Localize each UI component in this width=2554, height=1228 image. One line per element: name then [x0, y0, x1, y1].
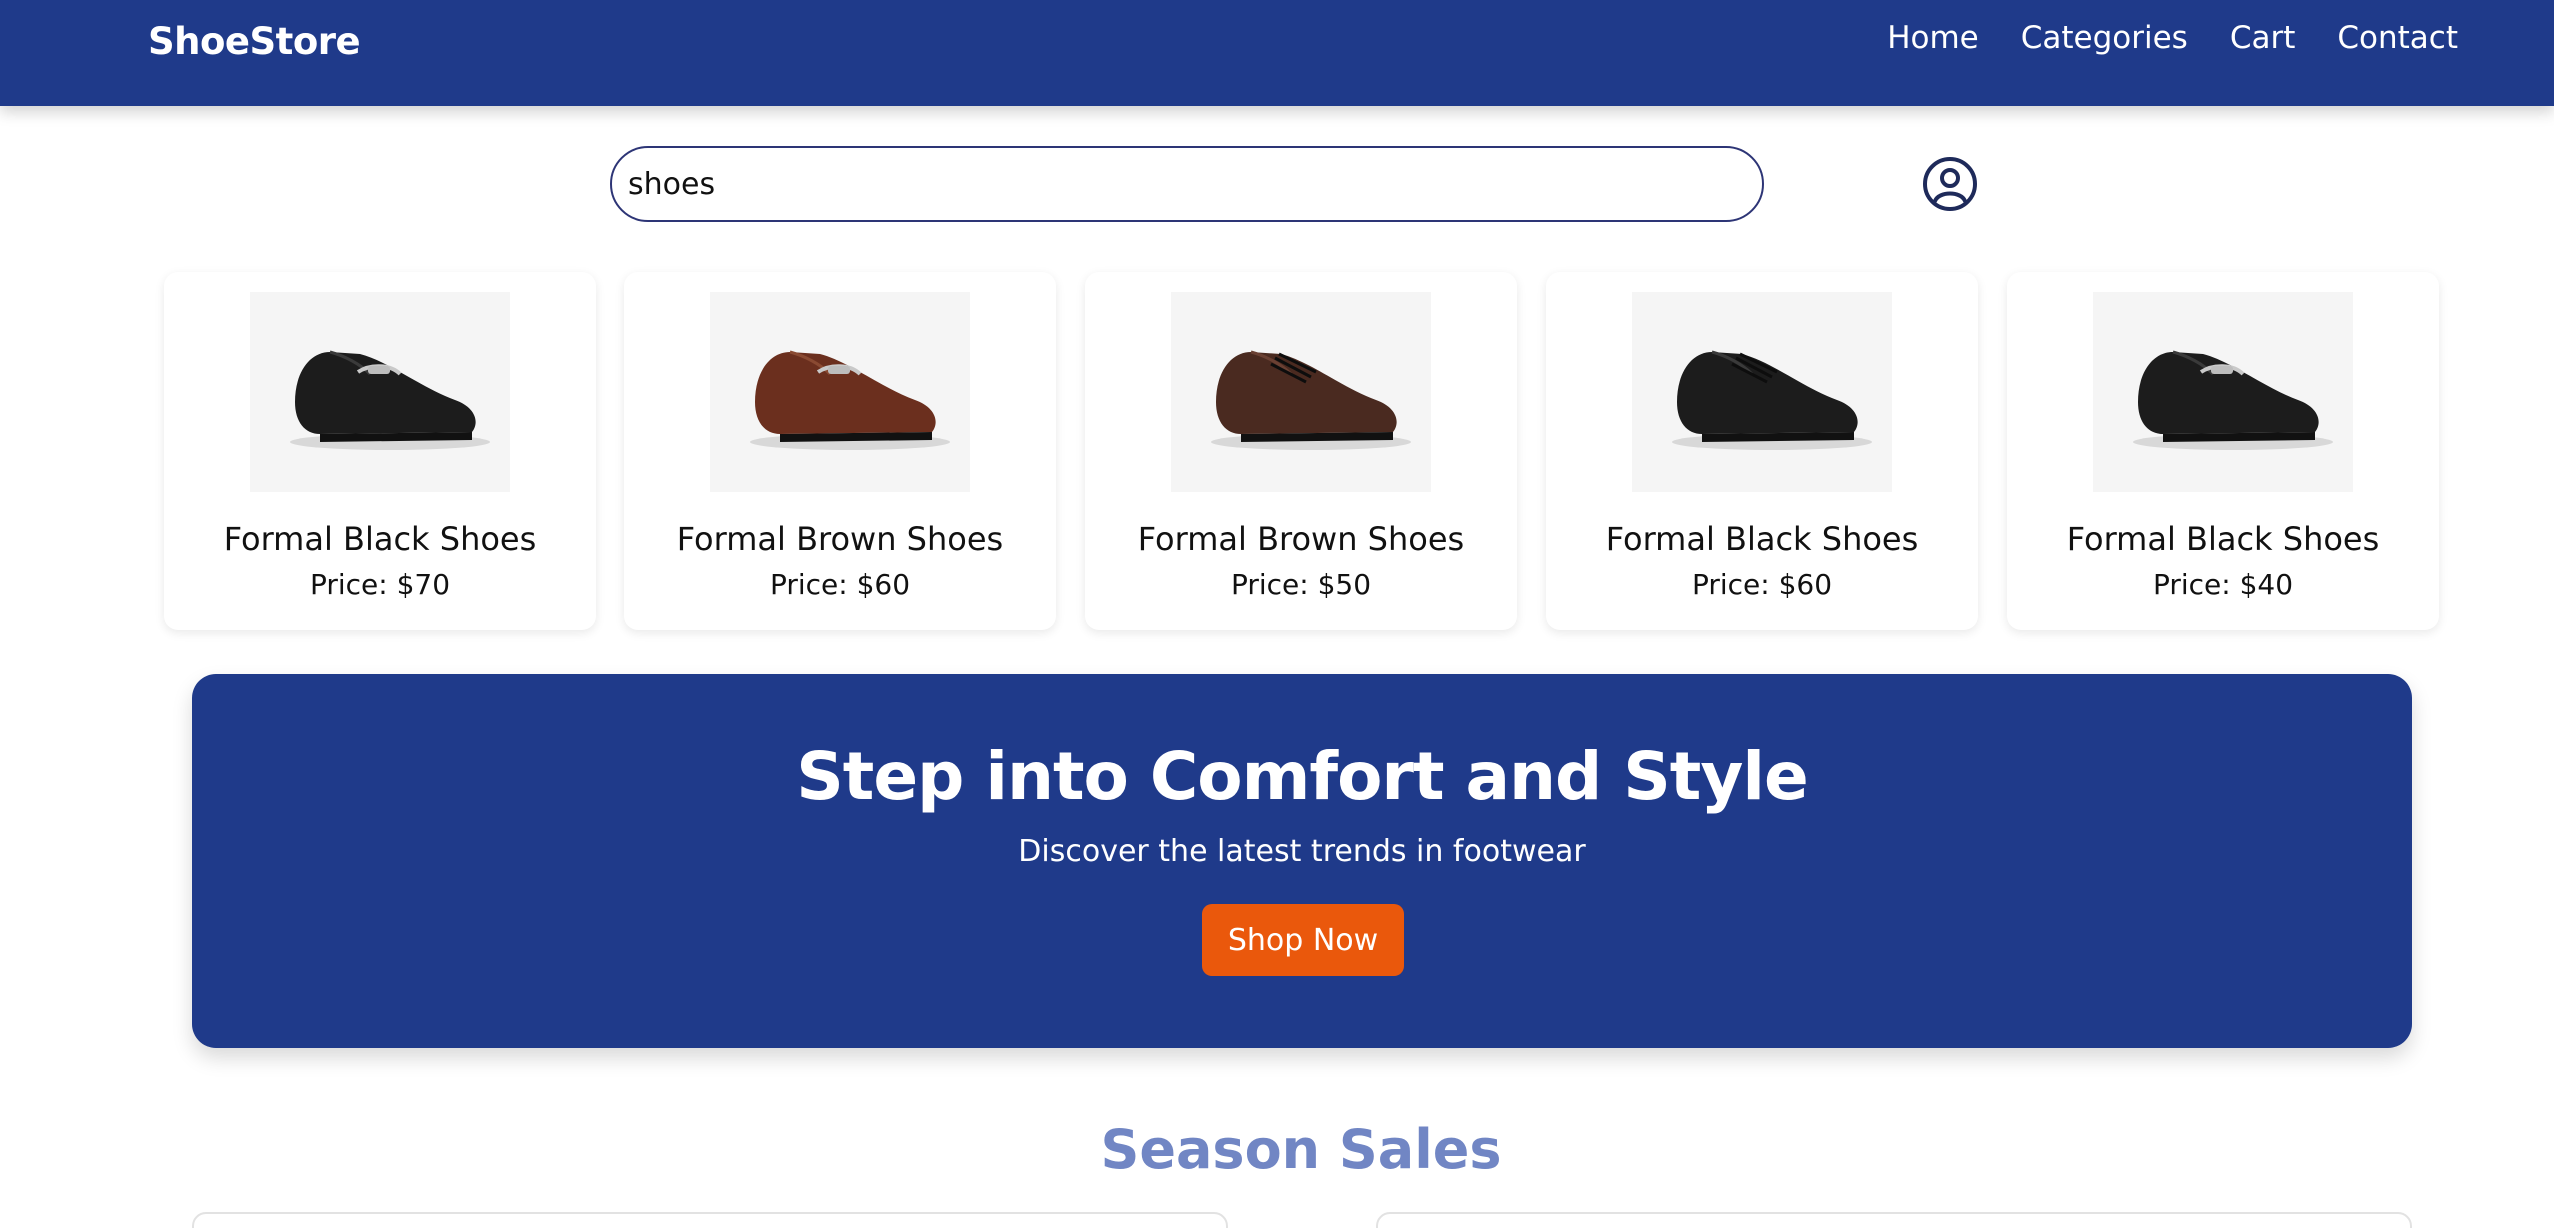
- shoe-illustration: [750, 350, 950, 450]
- nav-link-contact[interactable]: Contact: [2337, 20, 2458, 56]
- product-price: Price: $60: [769, 568, 911, 601]
- product-name: Formal Black Shoes: [223, 520, 537, 558]
- hero-subtitle: Discover the latest trends in footwear: [1018, 834, 1586, 869]
- product-price: Price: $60: [1691, 568, 1833, 601]
- navbar: ShoeStore Home Categories Cart Contact: [0, 0, 2554, 106]
- user-circle-icon[interactable]: [1922, 156, 1978, 212]
- product-image: [250, 292, 510, 492]
- product-image: [1632, 292, 1892, 492]
- product-list: Formal Black Shoes Price: $70 Formal Bro…: [164, 272, 2440, 632]
- product-name: Formal Black Shoes: [2066, 520, 2380, 558]
- product-name: Formal Black Shoes: [1605, 520, 1919, 558]
- product-image: [710, 292, 970, 492]
- search-bar: [610, 146, 1764, 222]
- shoe-illustration: [2133, 350, 2333, 450]
- product-card[interactable]: Formal Black Shoes Price: $40: [2007, 272, 2439, 630]
- product-name: Formal Brown Shoes: [1137, 520, 1465, 558]
- product-card[interactable]: Formal Brown Shoes Price: $60: [624, 272, 1056, 630]
- sale-card[interactable]: [192, 1212, 1228, 1228]
- product-card[interactable]: Formal Brown Shoes Price: $50: [1085, 272, 1517, 630]
- brand-logo[interactable]: ShoeStore: [148, 20, 361, 63]
- product-image: [2093, 292, 2353, 492]
- product-price: Price: $70: [309, 568, 451, 601]
- product-card[interactable]: Formal Black Shoes Price: $60: [1546, 272, 1978, 630]
- product-price: Price: $50: [1230, 568, 1372, 601]
- search-input[interactable]: [612, 148, 1762, 220]
- shoe-illustration: [290, 350, 490, 450]
- product-name: Formal Brown Shoes: [676, 520, 1004, 558]
- nav-link-home[interactable]: Home: [1887, 20, 1979, 56]
- sale-card[interactable]: [1376, 1212, 2412, 1228]
- shoe-illustration: [1672, 350, 1872, 450]
- shoe-illustration: [1211, 350, 1411, 450]
- nav-links: Home Categories Cart Contact: [1887, 20, 2458, 56]
- product-image: [1171, 292, 1431, 492]
- hero-title: Step into Comfort and Style: [796, 738, 1808, 815]
- nav-link-categories[interactable]: Categories: [2021, 20, 2188, 56]
- hero-banner: Step into Comfort and Style Discover the…: [192, 674, 2412, 1048]
- product-card[interactable]: Formal Black Shoes Price: $70: [164, 272, 596, 630]
- product-price: Price: $40: [2152, 568, 2294, 601]
- nav-link-cart[interactable]: Cart: [2230, 20, 2296, 56]
- shop-now-button[interactable]: Shop Now: [1202, 904, 1404, 976]
- season-sales-heading: Season Sales: [1100, 1118, 1502, 1181]
